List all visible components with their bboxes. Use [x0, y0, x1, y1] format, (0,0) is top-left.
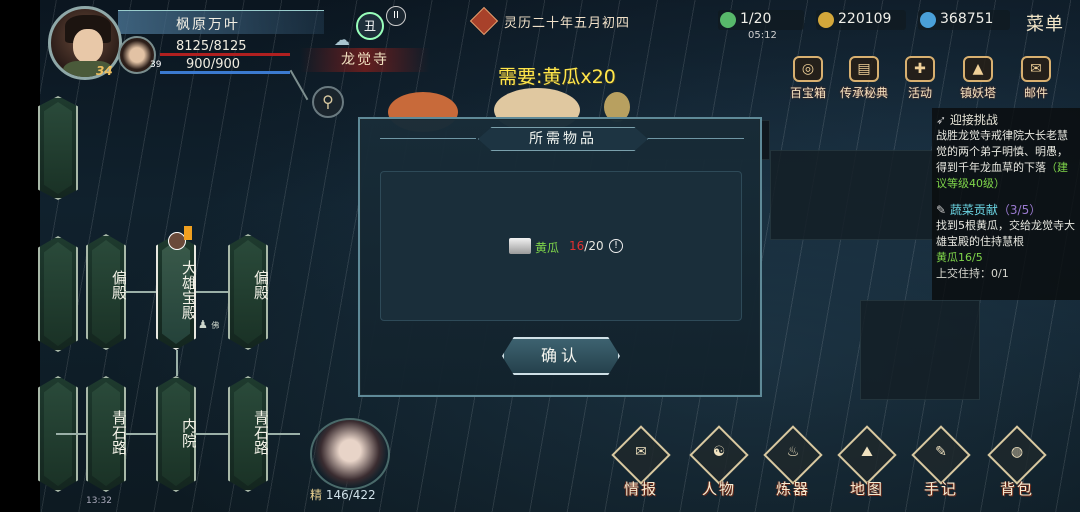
characters-button[interactable]: ☯ 人物	[688, 425, 750, 498]
game-date: 灵历二十年五月初四	[460, 6, 660, 36]
mountain-icon: ⛰	[861, 444, 873, 460]
quest-cucumber-progress: 黄瓜16/5	[936, 251, 983, 264]
map-node-inner-court[interactable]: 内院	[156, 376, 196, 492]
alchemy-button[interactable]: ♨ 炼器	[762, 425, 824, 498]
map-path	[126, 291, 158, 293]
map-path	[176, 350, 178, 376]
jade-icon	[720, 12, 736, 28]
timer: 05:12	[748, 30, 777, 41]
spirit-stone-icon	[920, 12, 936, 28]
player-name: 枫原万叶	[176, 17, 240, 33]
quest-flag-icon	[184, 226, 192, 240]
map-node-stone-road-right[interactable]: 青石路	[228, 376, 268, 492]
legacy-classic-button[interactable]: ▤ 传承秘典	[838, 56, 890, 100]
item-name: 黄瓜	[535, 241, 560, 255]
quest-challenge-title[interactable]: ➶ 迎接挑战	[936, 112, 1078, 128]
pet-level: 39	[150, 60, 162, 70]
quest-challenge-desc: 战胜龙觉寺戒律院大长老慧觉的两个弟子明慎、明愚，得到千年龙血草的下落（建议等级4…	[936, 129, 1068, 190]
map-node-side-hall-right[interactable]: 偏殿	[228, 234, 268, 350]
bag-button[interactable]: ◍ 背包	[986, 425, 1048, 498]
quest-scroll-icon: ✎	[936, 203, 947, 217]
quest-veg-desc: 找到5根黄瓜，交给龙觉寺大雄宝殿的住持慧根	[936, 219, 1075, 248]
quest-veg-title[interactable]: ✎ 蔬菜贡献（3/5）	[936, 202, 1078, 218]
temple-gate	[860, 300, 980, 400]
item-count: 16/20	[569, 239, 604, 253]
player-level: 34	[96, 64, 113, 78]
screen-edge	[0, 0, 40, 512]
player-name-plate: 枫原万叶	[118, 10, 324, 34]
map-path	[126, 433, 158, 435]
rain-cloud-icon: ☁	[334, 30, 350, 49]
pouch-icon: ◍	[1010, 444, 1024, 460]
resource-coin[interactable]: 220109	[816, 10, 906, 30]
menu-button[interactable]: 菜单	[1026, 10, 1064, 36]
title-ornament-right	[648, 138, 744, 139]
book-icon: ▤	[849, 56, 879, 82]
silver-ingot-icon	[509, 238, 531, 254]
character-icon: ☯	[712, 444, 726, 460]
pause-button[interactable]: II	[386, 6, 406, 26]
info-icon[interactable]: !	[609, 239, 623, 253]
item-list: 黄瓜 16/20 !	[380, 171, 742, 321]
quest-tracker[interactable]: ➶ 迎接挑战 战胜龙觉寺戒律院大长老慧觉的两个弟子明慎、明愚，得到千年龙血草的下…	[932, 108, 1080, 300]
mail-icon: ✉	[1021, 56, 1051, 82]
treasure-box-button[interactable]: ◎ 百宝箱	[782, 56, 834, 100]
gift-icon: ✚	[905, 56, 935, 82]
game-scene: 枫原万叶 34 39 8125/8125 900/900 丑 II ☁ 龙觉寺 …	[0, 0, 1080, 512]
brush-icon: ✎	[935, 444, 947, 460]
requirement-label: 需要:黄瓜x20	[498, 66, 616, 88]
quest-wing-icon: ➶	[936, 113, 947, 127]
device-status-time: 13:32	[86, 496, 112, 506]
buddha-icon: ♟	[198, 318, 208, 331]
date-seal-icon	[469, 6, 499, 36]
dialog-title: 所需物品	[478, 127, 648, 151]
map-node-side-hall-left[interactable]: 偏殿	[86, 234, 126, 350]
map-path	[196, 291, 228, 293]
hp-value: 8125/8125	[176, 39, 247, 54]
map-path	[266, 433, 300, 435]
location-name: 龙觉寺	[341, 52, 389, 68]
mp-bar	[160, 71, 290, 74]
npc-marker: ♟ 佛	[198, 318, 220, 331]
mail-button[interactable]: ✉ 邮件	[1010, 56, 1062, 100]
info-button[interactable]: ✉ 情报	[610, 425, 672, 498]
required-items-dialog: 所需物品 黄瓜 16/20 ! 确认	[358, 117, 762, 397]
activity-button[interactable]: ✚ 活动	[894, 56, 946, 100]
demon-tower-button[interactable]: ▲ 镇妖塔	[952, 56, 1004, 100]
map-path	[56, 433, 86, 435]
map-node-partial-top[interactable]	[38, 96, 78, 200]
map-node-stone-road-left[interactable]: 青石路	[86, 376, 126, 492]
resource-jade[interactable]: 1/20	[718, 10, 804, 30]
map-path	[196, 433, 228, 435]
quest-submit-progress: 上交住持：0/1	[936, 267, 1009, 280]
hour-badge: 丑	[356, 12, 384, 40]
coin-icon	[818, 12, 834, 28]
confirm-button[interactable]: 确认	[502, 337, 620, 375]
magnifier-icon[interactable]: ⚲	[312, 86, 344, 118]
cauldron-icon: ♨	[786, 444, 800, 460]
map-button[interactable]: ⛰ 地图	[836, 425, 898, 498]
letter-icon: ✉	[635, 444, 647, 460]
notes-button[interactable]: ✎ 手记	[910, 425, 972, 498]
temple-building	[770, 150, 940, 240]
date-text: 灵历二十年五月初四	[504, 16, 631, 31]
map-node-main-hall[interactable]: 大雄宝殿	[156, 234, 196, 350]
location-plate: 龙觉寺	[300, 48, 430, 72]
map-node-partial-mid[interactable]	[38, 236, 78, 352]
title-ornament-left	[380, 138, 476, 139]
pagoda-icon: ▲	[963, 56, 993, 82]
hp-bar	[160, 53, 290, 56]
resource-spirit-stone[interactable]: 368751	[918, 10, 1010, 30]
treasure-box-icon: ◎	[793, 56, 823, 82]
spirit-value: 精 146/422	[310, 488, 376, 502]
companion-portrait[interactable]	[310, 418, 390, 490]
mp-value: 900/900	[186, 57, 241, 72]
